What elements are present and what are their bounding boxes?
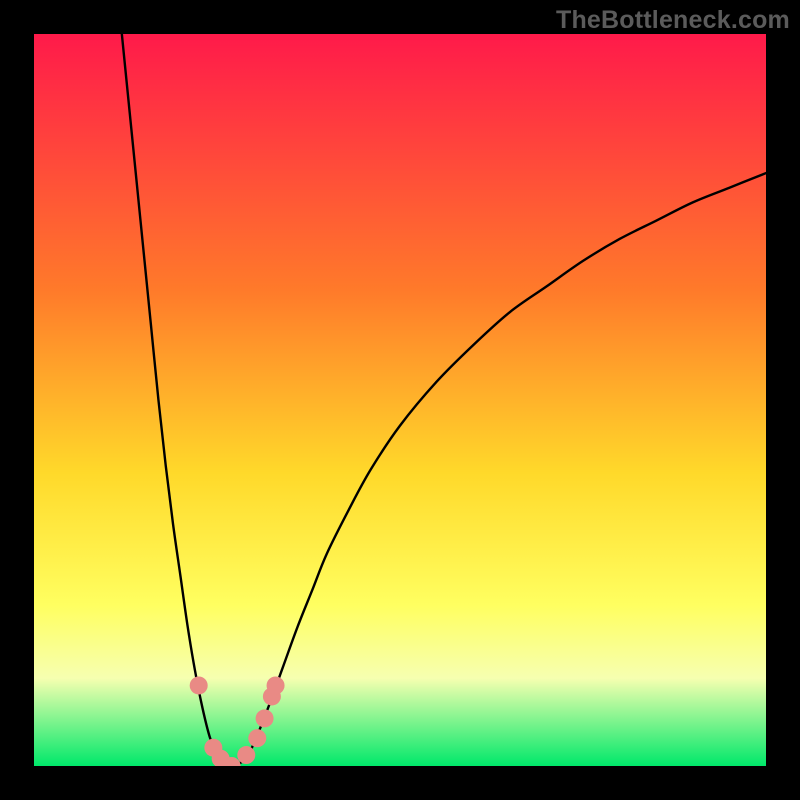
watermark-text: TheBottleneck.com [556,6,790,35]
outer-frame: TheBottleneck.com [0,0,800,800]
data-marker [237,746,255,764]
data-marker [267,676,285,694]
data-marker [256,709,274,727]
data-marker [248,729,266,747]
chart-area [34,34,766,766]
data-marker [190,676,208,694]
gradient-background [34,34,766,766]
chart-svg [34,34,766,766]
